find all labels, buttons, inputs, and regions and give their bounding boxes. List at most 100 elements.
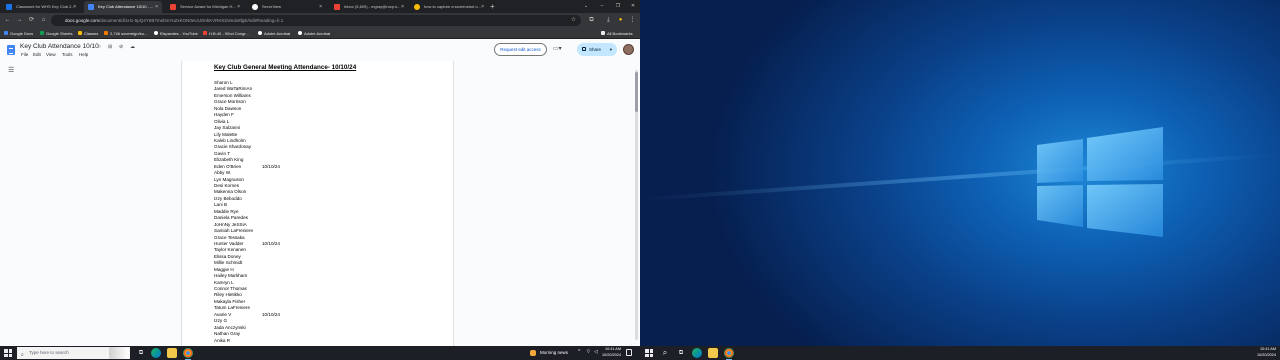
search-highlight-icon[interactable] <box>109 347 129 359</box>
start-button[interactable] <box>645 349 653 357</box>
tab-title: Service Award for Michigan H... <box>180 4 236 9</box>
star-icon[interactable]: ☆ <box>97 44 101 50</box>
attendee-name: Hayden F <box>214 112 234 118</box>
maximize-button[interactable]: ❐ <box>612 0 624 13</box>
menu-icon[interactable]: ⋮ <box>628 16 637 25</box>
scrollbar-thumb[interactable] <box>635 72 638 112</box>
attendee-name: Sharon L <box>214 80 233 85</box>
adobe-icon <box>298 31 302 35</box>
taskbar-clock[interactable]: 10:41 AM 10/20/2024 <box>1246 347 1276 358</box>
url-path: /document/d/1H1-5pQ4Y6B7mebmYuZxKON0eUUO… <box>99 18 284 23</box>
back-arrow-icon[interactable]: ← <box>3 16 12 25</box>
attendee-name: Anika R <box>214 337 231 343</box>
start-button[interactable] <box>4 349 12 357</box>
tab-bar: Classwork for WHS Key Club 2... × Key Cl… <box>0 0 640 13</box>
extensions-icon[interactable]: ⧉ <box>587 16 596 25</box>
close-icon[interactable]: × <box>237 1 240 13</box>
docs-icon <box>88 4 94 10</box>
attendee-name: Hailey Markham <box>214 273 248 279</box>
close-icon[interactable]: × <box>73 1 76 13</box>
profile-icon[interactable]: ● <box>616 16 625 25</box>
bookmark-star-icon[interactable]: ☆ <box>569 16 578 25</box>
bookmark-label: Adobe Acrobat <box>304 31 331 36</box>
attendee-name: Izzy G <box>214 318 228 324</box>
bookmark-youtube[interactable]: Elsparales - YouTube <box>154 28 198 39</box>
forward-arrow-icon[interactable]: → <box>15 16 24 25</box>
file-explorer-icon[interactable] <box>167 348 177 358</box>
attendee-row: Anika R <box>214 338 294 344</box>
all-bookmarks[interactable]: All Bookmarks <box>601 28 633 39</box>
move-folder-icon[interactable]: ⊞ <box>108 44 112 50</box>
document-title[interactable]: Key Club Attendance 10/10 <box>20 43 99 50</box>
weather-widget[interactable]: Morning news <box>530 347 568 359</box>
tab-classwork[interactable]: Classwork for WHS Key Club 2... × <box>2 1 80 13</box>
share-button[interactable]: Share ▾ <box>577 43 617 56</box>
edge-icon[interactable] <box>151 348 161 358</box>
classroom-icon <box>6 4 12 10</box>
taskbar-clock[interactable]: 10:41 AM 10/20/2024 <box>597 347 621 358</box>
bookmark-hb40[interactable]: H.B.40 - 92nd Congr... <box>203 28 249 39</box>
document-page[interactable]: Key Club General Meeting Attendance- 10/… <box>181 61 454 346</box>
wallpaper-light-beam <box>640 152 1280 202</box>
tab-key-club-attendance[interactable]: Key Club Attendance 10/10 - ... × <box>84 1 162 13</box>
bookmark-sovereign[interactable]: 2,746 sovereign/ku... <box>104 28 147 39</box>
minimize-button[interactable]: – <box>596 0 608 13</box>
attendee-name: Olivia L <box>214 118 230 124</box>
offline-status-icon[interactable]: ⊘ <box>119 44 123 50</box>
tab-search-icon[interactable]: ⌄ <box>580 0 592 13</box>
tab-inbox[interactable]: Inbox (5,609) - mgray@rocp.k... × <box>330 1 408 13</box>
taskbar-right: ⌕ ⧉ 10:41 AM 10/20/2024 <box>640 346 1280 360</box>
home-icon[interactable]: ⌂ <box>39 16 48 25</box>
attendee-name: Taylor Kenanen <box>214 247 246 253</box>
download-icon[interactable]: ⤓ <box>604 16 613 25</box>
task-view-icon[interactable]: ⧉ <box>136 348 146 358</box>
lock-icon <box>582 47 586 51</box>
bookmark-label: Google Sheets <box>46 31 73 36</box>
tab-serveview[interactable]: ServeView × <box>248 1 326 13</box>
menu-view[interactable]: View <box>46 52 56 57</box>
close-icon[interactable]: × <box>319 1 322 13</box>
tray-chevron-icon[interactable]: ^ <box>578 349 580 355</box>
attendee-name: Nathan Gray <box>214 331 241 337</box>
meet-icon[interactable]: ▭▾ <box>553 45 562 52</box>
attendee-name: Makenna Olson <box>214 189 247 195</box>
search-icon[interactable]: ⌕ <box>660 348 670 358</box>
google-docs-logo-icon[interactable] <box>7 45 15 55</box>
attendee-name: Riley Hietikko <box>214 292 242 298</box>
document-outline-icon[interactable]: ☰ <box>8 66 14 74</box>
cloud-icon[interactable]: ☁ <box>130 44 135 50</box>
new-tab-button[interactable]: + <box>490 1 495 12</box>
attendee-name: Gracie Shardonay <box>214 144 252 150</box>
close-window-button[interactable]: ✕ <box>627 0 639 13</box>
bookmark-label: 2,746 sovereign/ku... <box>110 31 148 36</box>
request-edit-access-button[interactable]: Request edit access <box>494 43 547 56</box>
task-view-icon[interactable]: ⧉ <box>676 348 686 358</box>
avatar[interactable] <box>623 44 634 55</box>
network-icon[interactable]: ⌔ <box>586 349 591 355</box>
attendee-name: Tatum LaFreniere <box>214 305 251 311</box>
adobe-icon <box>258 31 262 35</box>
url-input[interactable]: docs.google.com/document/d/1H1-5pQ4Y6B7m… <box>51 15 581 26</box>
bookmark-google-docs[interactable]: Google Docs <box>4 28 33 39</box>
menu-edit[interactable]: Edit <box>33 52 41 57</box>
menu-file[interactable]: File <box>21 52 28 57</box>
close-icon[interactable]: × <box>401 1 404 13</box>
bookmark-google-sheets[interactable]: Google Sheets <box>40 28 72 39</box>
close-icon[interactable]: × <box>155 1 158 13</box>
close-icon[interactable]: × <box>481 1 484 13</box>
bookmark-adobe-2[interactable]: Adobe Acrobat <box>298 28 330 39</box>
menu-help[interactable]: Help <box>79 52 88 57</box>
windows-logo-icon <box>1037 127 1163 237</box>
edge-icon[interactable] <box>692 348 702 358</box>
bookmark-classes[interactable]: Classes <box>78 28 98 39</box>
tab-service-award[interactable]: Service Award for Michigan H... × <box>166 1 244 13</box>
bookmark-adobe-1[interactable]: Adobe Acrobat <box>258 28 290 39</box>
reload-icon[interactable]: ⟳ <box>27 16 36 25</box>
chrome-icon[interactable] <box>724 348 734 360</box>
chrome-icon[interactable] <box>183 348 193 360</box>
notification-icon[interactable] <box>626 349 632 356</box>
attendee-name: Emerson Williams <box>214 92 251 98</box>
tab-screenshot-howto[interactable]: how to capture a screenshot o... × <box>410 1 488 13</box>
menu-tools[interactable]: Tools <box>62 52 73 57</box>
file-explorer-icon[interactable] <box>708 348 718 358</box>
